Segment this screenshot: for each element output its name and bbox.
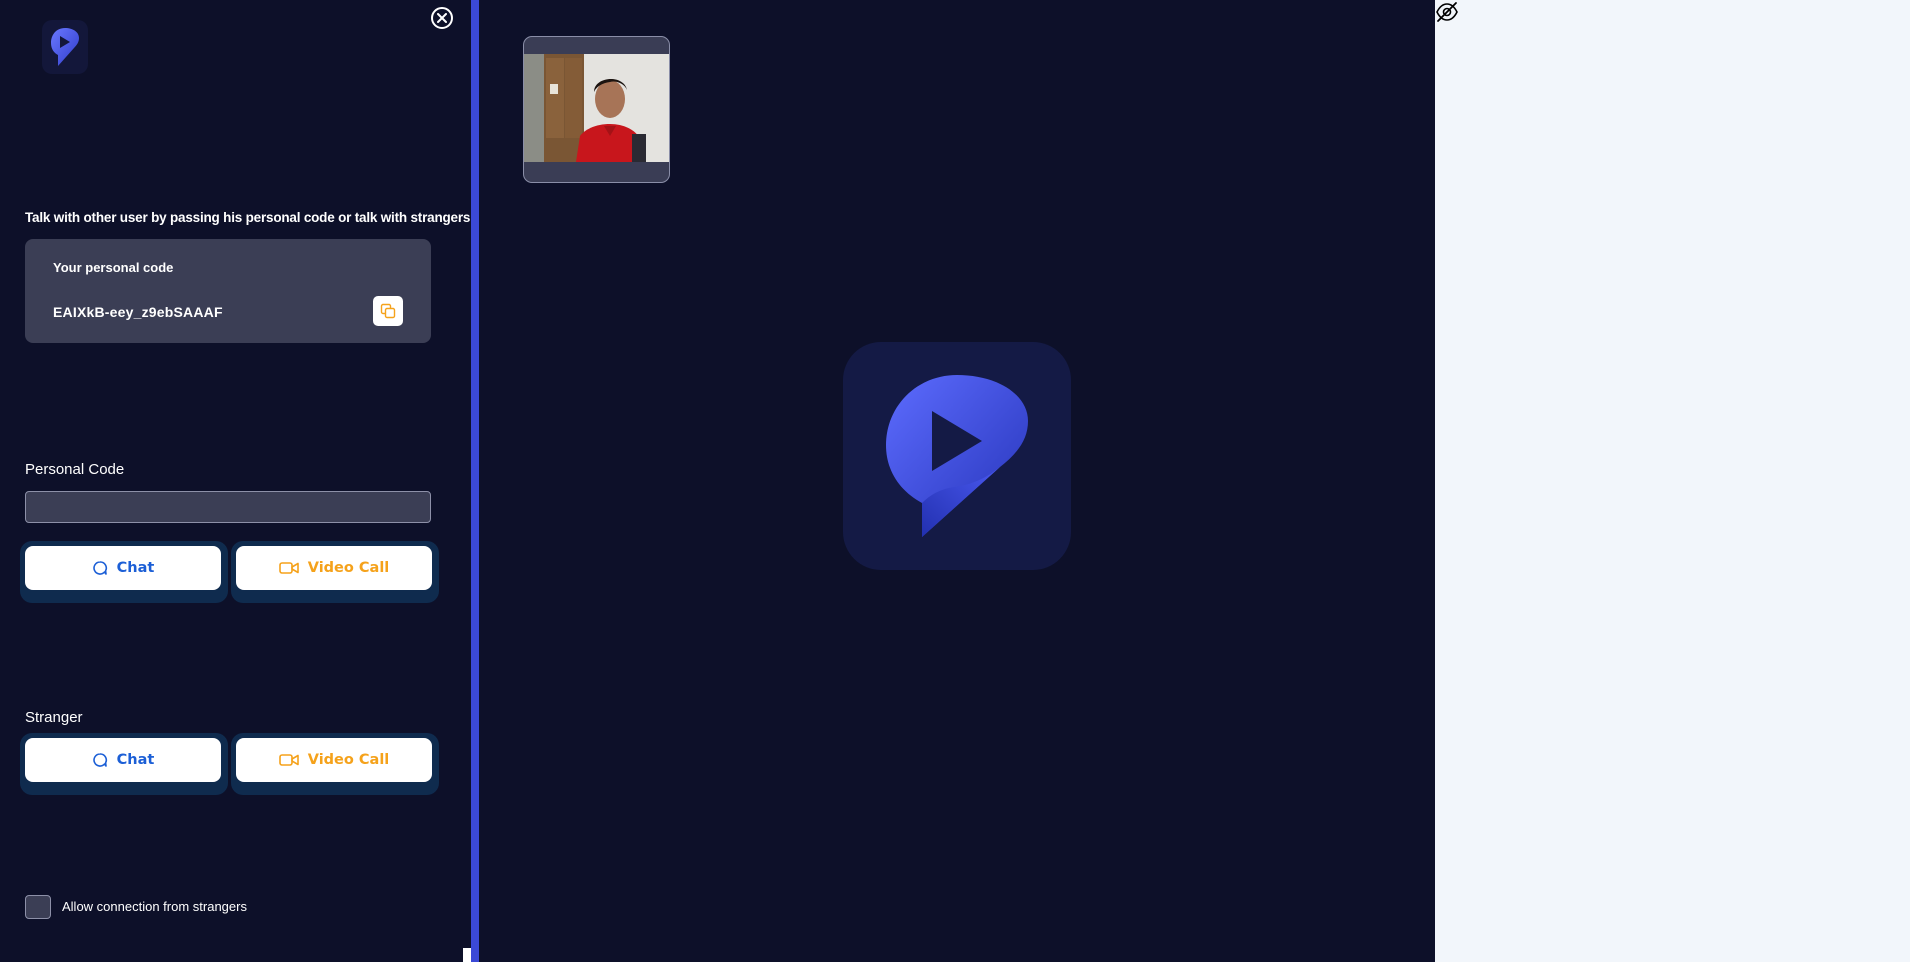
panel-divider[interactable]: [471, 0, 479, 962]
personal-chat-button[interactable]: Chat: [25, 546, 221, 590]
stranger-chat-button-wrap: Chat: [20, 733, 228, 795]
app-logo: [42, 20, 88, 74]
allow-strangers-checkbox[interactable]: [25, 895, 51, 919]
video-camera-icon: [278, 754, 299, 766]
copy-icon: [380, 303, 396, 319]
personal-code-input[interactable]: [25, 491, 431, 523]
copy-code-button[interactable]: [373, 296, 403, 326]
allow-strangers-label: Allow connection from strangers: [62, 899, 247, 914]
stranger-video-call-button[interactable]: Video Call: [236, 738, 432, 782]
personal-video-call-button[interactable]: Video Call: [236, 546, 432, 590]
close-button[interactable]: [431, 7, 453, 29]
local-video-preview[interactable]: [523, 36, 670, 183]
personal-code-label: Personal Code: [25, 461, 125, 478]
center-app-logo: [843, 342, 1071, 570]
sidebar: Talk with other user by passing his pers…: [0, 0, 475, 962]
right-panel: [1435, 0, 1910, 962]
personal-code-value: EAIXkB-eey_z9ebSAAAF: [53, 304, 223, 320]
personal-code-title: Your personal code: [53, 260, 174, 275]
intro-text: Talk with other user by passing his pers…: [25, 210, 475, 225]
hide-panel-button[interactable]: [1435, 1, 1459, 23]
chat-bubble-icon: [92, 561, 107, 575]
video-camera-icon: [278, 562, 299, 574]
close-icon: [437, 13, 447, 23]
personal-video-label: Video Call: [307, 560, 390, 576]
personal-video-button-wrap: Video Call: [231, 541, 439, 603]
personal-code-card: Your personal code EAIXkB-eey_z9ebSAAAF: [25, 239, 431, 343]
personal-chat-button-wrap: Chat: [20, 541, 228, 603]
chat-bubble-icon: [92, 753, 107, 767]
divider-notch: [463, 948, 471, 962]
local-video-feed: [524, 54, 669, 162]
personal-chat-label: Chat: [116, 560, 155, 576]
stranger-label: Stranger: [25, 709, 83, 726]
stranger-video-button-wrap: Video Call: [231, 733, 439, 795]
eye-off-icon: [1436, 2, 1458, 22]
stranger-video-label: Video Call: [307, 752, 390, 768]
stranger-chat-button[interactable]: Chat: [25, 738, 221, 782]
stranger-chat-label: Chat: [116, 752, 155, 768]
